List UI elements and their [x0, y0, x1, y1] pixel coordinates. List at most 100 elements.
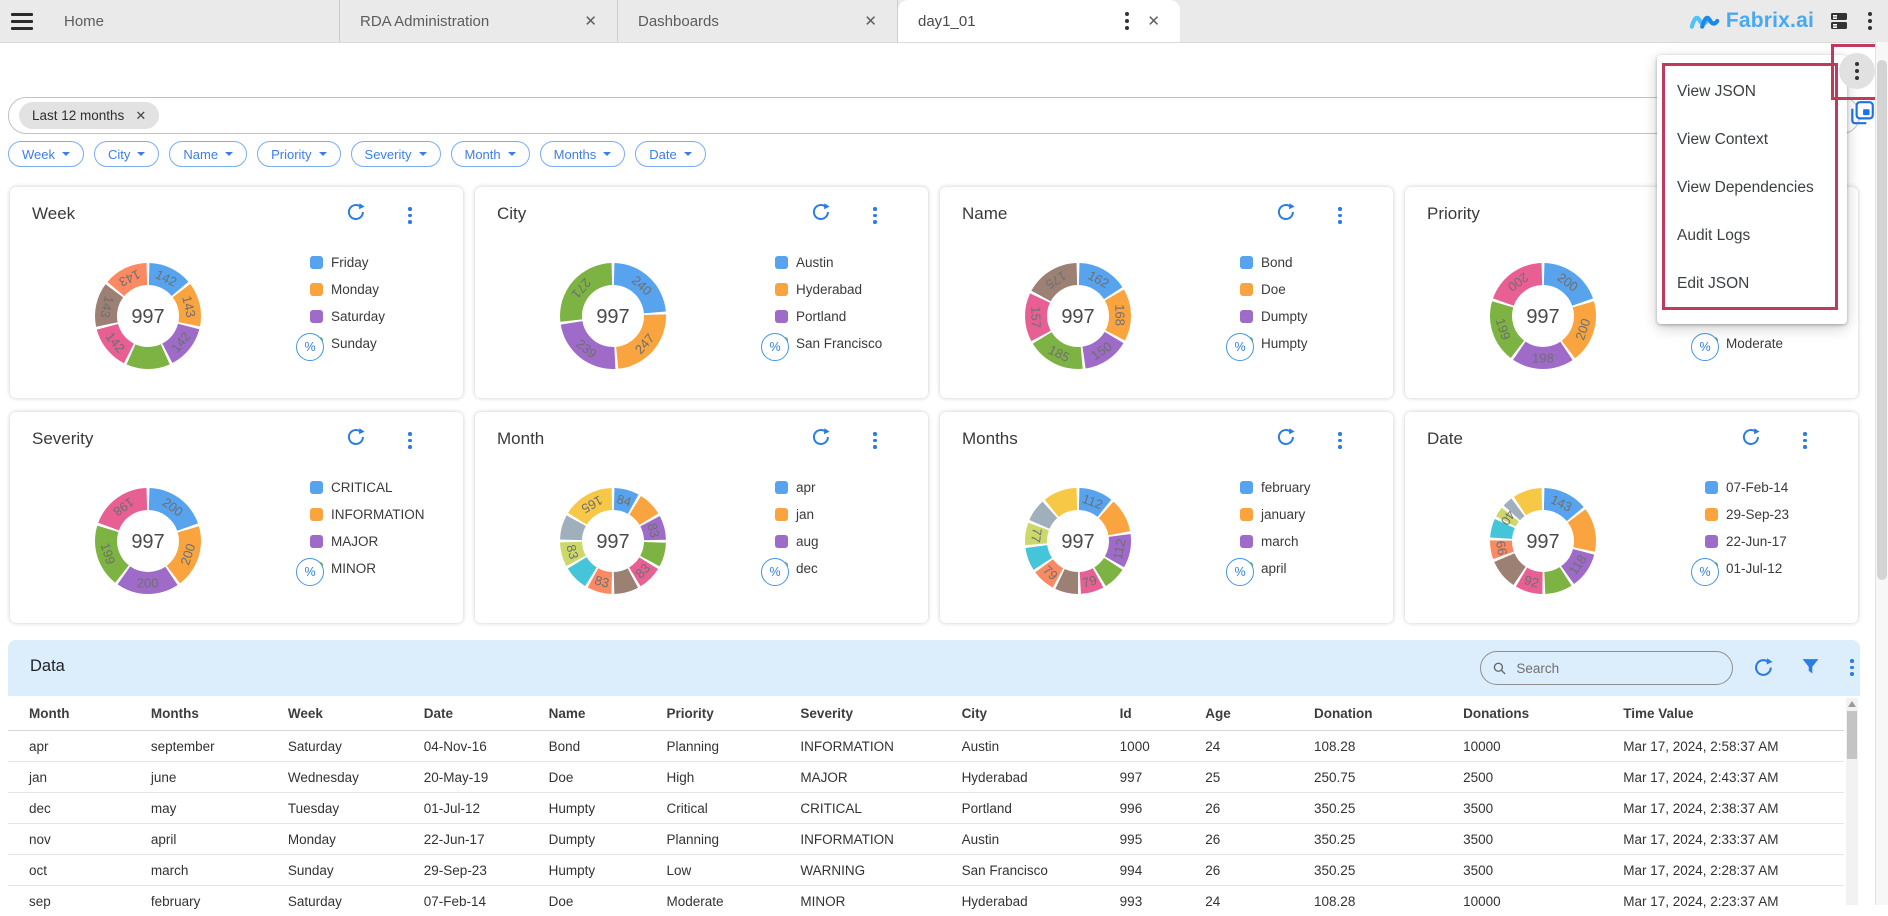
- column-header-months[interactable]: Months: [130, 696, 267, 731]
- menu-item-view-dependencies[interactable]: View Dependencies: [1657, 164, 1847, 212]
- save-view-icon[interactable]: [1848, 99, 1876, 127]
- table-cell: Planning: [645, 824, 779, 855]
- time-range-chip[interactable]: Last 12 months ✕: [19, 102, 159, 129]
- column-header-week[interactable]: Week: [267, 696, 403, 731]
- donut-chart-month[interactable]: 8483838383165997: [548, 476, 678, 606]
- refresh-icon[interactable]: [811, 202, 831, 222]
- refresh-icon[interactable]: [811, 427, 831, 447]
- table-cell: Mar 17, 2024, 2:33:37 AM: [1602, 824, 1844, 855]
- table-cell: Austin: [941, 731, 1099, 762]
- tab-kebab-icon[interactable]: [1121, 8, 1133, 34]
- filter-chip-name[interactable]: Name: [169, 141, 247, 167]
- table-cell: Portland: [941, 793, 1099, 824]
- donut-chart-months[interactable]: 112112797977997: [1013, 476, 1143, 606]
- percent-toggle-button[interactable]: %: [761, 333, 789, 361]
- table-cell: 25: [1184, 762, 1293, 793]
- column-header-id[interactable]: Id: [1099, 696, 1185, 731]
- percent-toggle-button[interactable]: %: [1226, 558, 1254, 586]
- menu-item-view-context[interactable]: View Context: [1657, 116, 1847, 164]
- search-box[interactable]: [1480, 651, 1733, 685]
- column-header-donations[interactable]: Donations: [1442, 696, 1602, 731]
- tab-dashboards[interactable]: Dashboards ✕: [618, 0, 898, 42]
- menu-item-edit-json[interactable]: Edit JSON: [1657, 260, 1847, 308]
- donut-chart-city[interactable]: 240247239271997: [548, 251, 678, 381]
- tab-home[interactable]: Home: [44, 0, 340, 42]
- search-input[interactable]: [1514, 660, 1720, 677]
- refresh-icon[interactable]: [1276, 202, 1296, 222]
- hamburger-menu-icon[interactable]: [0, 0, 44, 42]
- table-cell: oct: [8, 855, 130, 886]
- table-scrollbar-thumb[interactable]: [1847, 711, 1857, 759]
- data-panel: Data MonthMonthsWeekDateNamePrioritySeve…: [8, 640, 1860, 905]
- percent-toggle-button[interactable]: %: [761, 558, 789, 586]
- card-menu-icon[interactable]: [404, 203, 416, 228]
- table-cell: Mar 17, 2024, 2:43:37 AM: [1602, 762, 1844, 793]
- card-month: Month8483838383165997aprjanaugdec%: [475, 412, 928, 623]
- filter-chip-month[interactable]: Month: [451, 141, 530, 167]
- column-header-donation[interactable]: Donation: [1293, 696, 1442, 731]
- refresh-icon[interactable]: [346, 202, 366, 222]
- tab-label: Dashboards: [638, 13, 850, 30]
- refresh-icon[interactable]: [1276, 427, 1296, 447]
- apps-stack-icon[interactable]: [1829, 11, 1849, 31]
- table-cell: Humpty: [528, 855, 646, 886]
- close-icon[interactable]: ✕: [135, 108, 146, 124]
- filter-chip-months[interactable]: Months: [540, 141, 626, 167]
- column-header-name[interactable]: Name: [528, 696, 646, 731]
- legend-item: Portland: [775, 303, 882, 330]
- card-menu-icon[interactable]: [869, 428, 881, 453]
- kebab-menu-icon[interactable]: [1864, 8, 1876, 34]
- table-cell: Critical: [645, 793, 779, 824]
- donut-chart-week[interactable]: 142143142142143143997: [83, 251, 213, 381]
- donut-chart-severity[interactable]: 200200200199198997: [83, 476, 213, 606]
- percent-toggle-button[interactable]: %: [296, 558, 324, 586]
- menu-item-audit-logs[interactable]: Audit Logs: [1657, 212, 1847, 260]
- card-menu-icon[interactable]: [404, 428, 416, 453]
- card-menu-icon[interactable]: [1334, 203, 1346, 228]
- column-header-time-value[interactable]: Time Value: [1602, 696, 1844, 731]
- legend-swatch: [310, 256, 323, 269]
- tab-rda-administration[interactable]: RDA Administration ✕: [340, 0, 618, 42]
- refresh-icon[interactable]: [346, 427, 366, 447]
- menu-item-view-json[interactable]: View JSON: [1657, 68, 1847, 116]
- card-menu-icon[interactable]: [1799, 428, 1811, 453]
- close-icon[interactable]: ✕: [1147, 12, 1160, 30]
- refresh-icon[interactable]: [1753, 657, 1774, 678]
- column-header-severity[interactable]: Severity: [779, 696, 940, 731]
- scroll-up-icon[interactable]: [1848, 701, 1856, 707]
- table-cell: nov: [8, 824, 130, 855]
- donut-chart-name[interactable]: 162168150185157175997: [1013, 251, 1143, 381]
- legend-item: Dumpty: [1240, 303, 1308, 330]
- card-date: Date14311892664099707-Feb-1429-Sep-2322-…: [1405, 412, 1858, 623]
- table-menu-icon[interactable]: [1846, 655, 1858, 680]
- column-header-city[interactable]: City: [941, 696, 1099, 731]
- filter-funnel-icon[interactable]: [1801, 657, 1820, 676]
- donut-segment[interactable]: [127, 344, 170, 369]
- column-header-priority[interactable]: Priority: [645, 696, 779, 731]
- dashboard-menu-button[interactable]: [1839, 53, 1875, 89]
- table-row: novaprilMonday22-Jun-17DumptyPlanningINF…: [8, 824, 1844, 855]
- legend-swatch: [310, 508, 323, 521]
- filter-chip-priority[interactable]: Priority: [257, 141, 340, 167]
- close-icon[interactable]: ✕: [584, 12, 597, 30]
- filter-chip-date[interactable]: Date: [635, 141, 705, 167]
- percent-toggle-button[interactable]: %: [1691, 333, 1719, 361]
- refresh-icon[interactable]: [1741, 427, 1761, 447]
- percent-toggle-button[interactable]: %: [1691, 558, 1719, 586]
- card-menu-icon[interactable]: [1334, 428, 1346, 453]
- close-icon[interactable]: ✕: [864, 12, 877, 30]
- percent-toggle-button[interactable]: %: [296, 333, 324, 361]
- legend-swatch: [1240, 256, 1253, 269]
- page-scrollbar-thumb[interactable]: [1877, 60, 1887, 580]
- filter-chip-severity[interactable]: Severity: [351, 141, 441, 167]
- card-menu-icon[interactable]: [869, 203, 881, 228]
- column-header-month[interactable]: Month: [8, 696, 130, 731]
- column-header-date[interactable]: Date: [403, 696, 528, 731]
- column-header-age[interactable]: Age: [1184, 696, 1293, 731]
- filter-chip-week[interactable]: Week: [8, 141, 84, 167]
- filter-chip-city[interactable]: City: [94, 141, 159, 167]
- donut-chart-priority[interactable]: 200200198199200997: [1478, 251, 1608, 381]
- tab-day1-01[interactable]: day1_01 ✕: [898, 0, 1180, 42]
- percent-toggle-button[interactable]: %: [1226, 333, 1254, 361]
- donut-chart-date[interactable]: 143118926640997: [1478, 476, 1608, 606]
